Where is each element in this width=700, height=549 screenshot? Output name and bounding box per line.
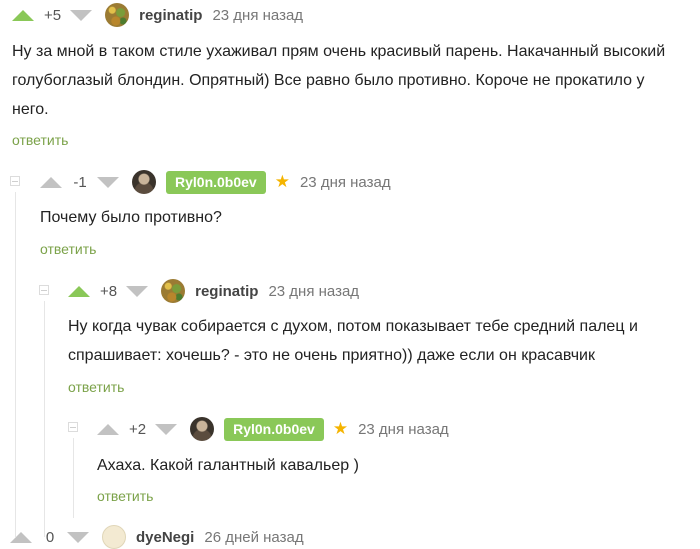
avatar[interactable] [102, 525, 126, 549]
upvote-arrow-icon[interactable] [12, 9, 34, 21]
star-icon: ★ [332, 419, 349, 438]
comment-time[interactable]: 23 дня назад [212, 7, 303, 24]
reply-link[interactable]: ответить [12, 132, 68, 148]
comment-text: Ну за мной в таком стиле ухаживал прям о… [12, 43, 666, 118]
username[interactable]: reginatip [195, 283, 258, 300]
comment-time[interactable]: 23 дня назад [300, 174, 391, 191]
comment-text: Ахаха. Какой галантный кавальер ) [97, 457, 359, 474]
comment-time[interactable]: 23 дня назад [358, 421, 449, 438]
thread-line[interactable] [73, 438, 74, 518]
comment-rating: +2 [129, 420, 147, 438]
comment-time[interactable]: 23 дня назад [268, 283, 359, 300]
avatar[interactable] [105, 3, 130, 27]
comment-header: 0 dyeNegi 26 дней назад [10, 525, 304, 549]
upvote-arrow-icon[interactable] [10, 531, 32, 543]
downvote-arrow-icon[interactable] [67, 531, 89, 543]
username-badge[interactable]: Ryl0n.0b0ev [166, 170, 266, 194]
thread-line[interactable] [15, 192, 16, 537]
thread-line[interactable] [44, 301, 45, 537]
avatar[interactable] [132, 170, 156, 194]
reply-link[interactable]: ответить [40, 241, 96, 257]
username-badge[interactable]: Ryl0n.0b0ev [224, 417, 324, 441]
star-icon: ★ [274, 172, 290, 191]
reply-link[interactable]: ответить [97, 488, 153, 504]
downvote-arrow-icon[interactable] [97, 176, 119, 188]
comment-header: +5 reginatip 23 дня назад [12, 3, 303, 27]
downvote-arrow-icon[interactable] [70, 9, 93, 21]
collapse-thread-icon[interactable] [39, 285, 49, 295]
comment-text: Ну когда чувак собирается с духом, потом… [68, 318, 638, 364]
avatar[interactable] [190, 417, 215, 441]
avatar[interactable] [161, 279, 186, 303]
comment-header: -1 Ryl0n.0b0ev ★ 23 дня назад [40, 170, 391, 194]
username[interactable]: reginatip [139, 7, 202, 24]
upvote-arrow-icon[interactable] [68, 285, 90, 297]
collapse-thread-icon[interactable] [68, 422, 78, 432]
username[interactable]: dyeNegi [136, 529, 194, 546]
downvote-arrow-icon[interactable] [126, 285, 149, 297]
comment-header: +2 Ryl0n.0b0ev ★ 23 дня назад [97, 417, 449, 441]
upvote-arrow-icon[interactable] [97, 423, 119, 435]
reply-link[interactable]: ответить [68, 379, 124, 395]
comment-text: Почему было противно? [40, 209, 222, 226]
comment-rating: +5 [44, 6, 62, 24]
comment-time[interactable]: 26 дней назад [204, 529, 303, 546]
upvote-arrow-icon[interactable] [40, 176, 62, 188]
comment-rating: +8 [100, 282, 118, 300]
comment-rating: -1 [73, 173, 87, 191]
comment-header: +8 reginatip 23 дня назад [68, 279, 359, 303]
comment-rating: 0 [45, 528, 55, 546]
downvote-arrow-icon[interactable] [155, 423, 178, 435]
collapse-thread-icon[interactable] [10, 176, 20, 186]
